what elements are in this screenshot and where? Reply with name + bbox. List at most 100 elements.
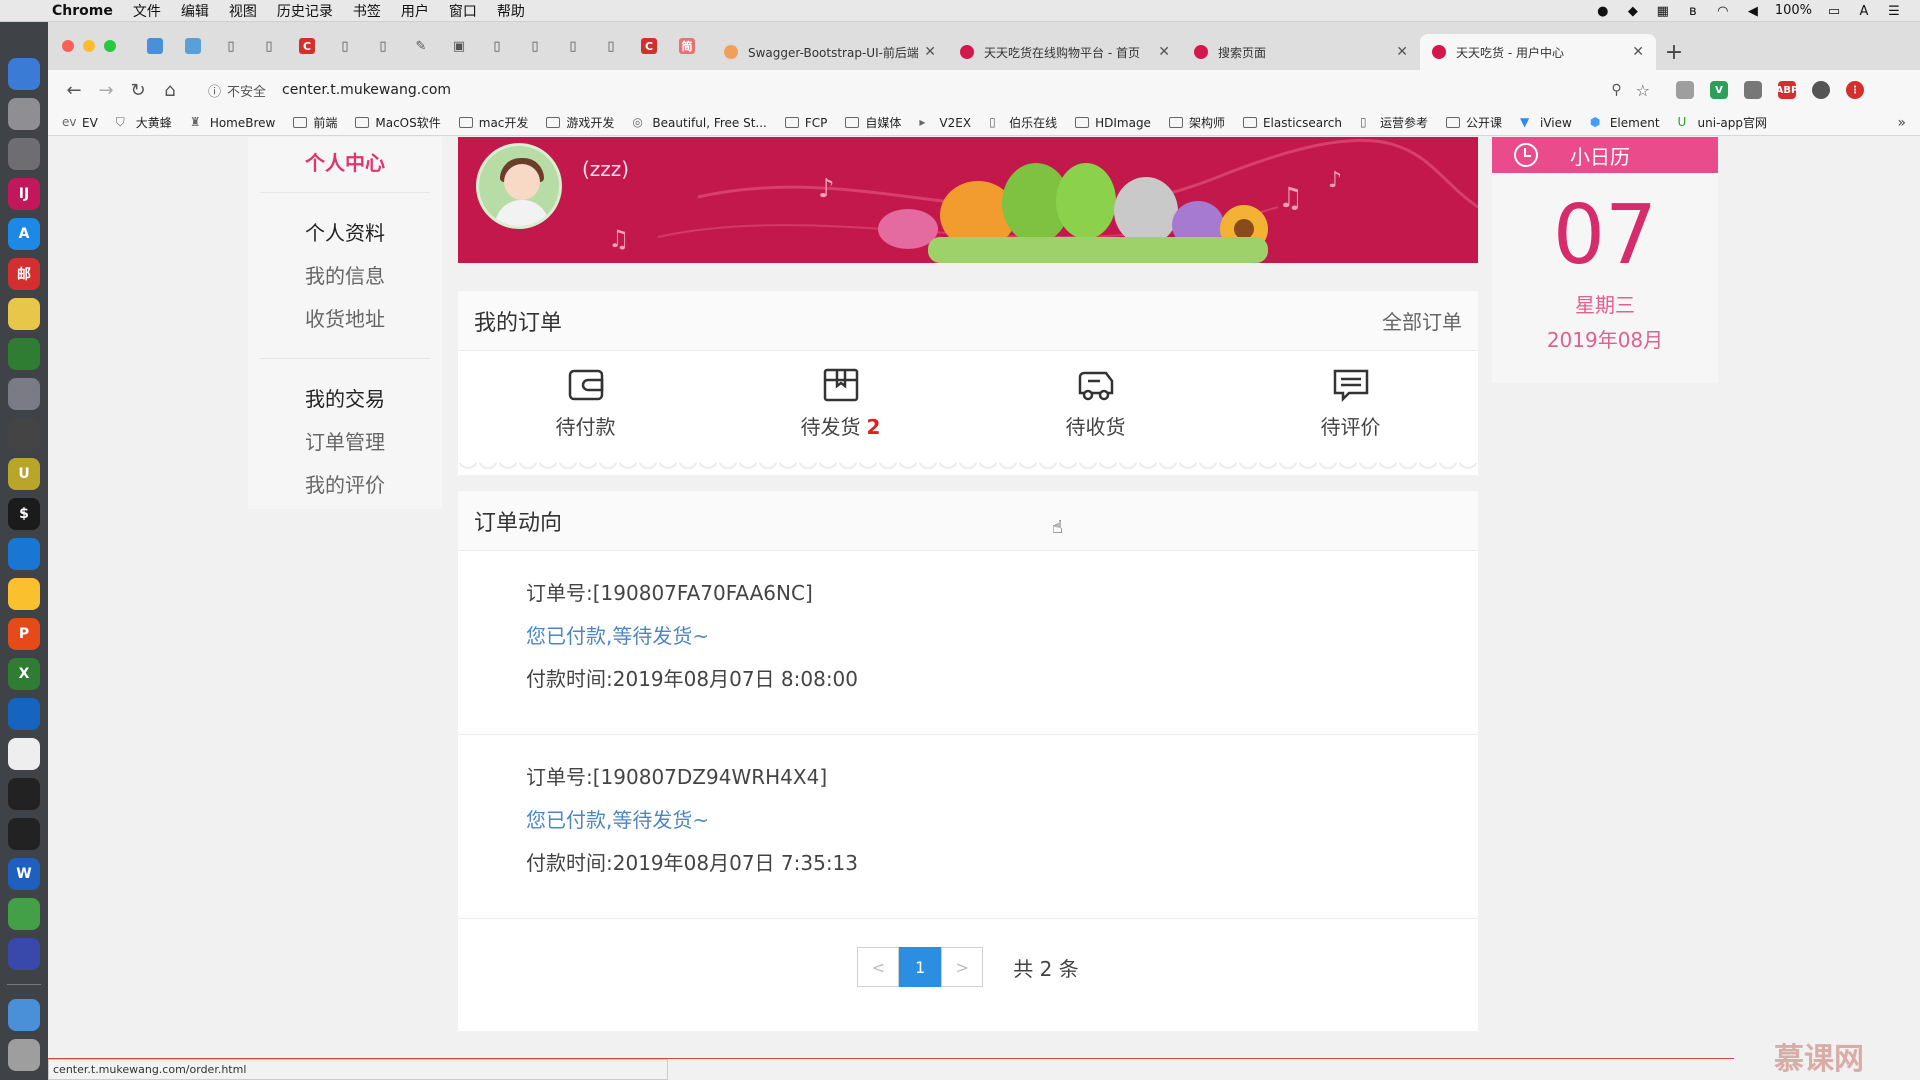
calendar-menu-icon[interactable]: ▦ bbox=[1655, 4, 1671, 19]
pinned-tab[interactable]: 简 bbox=[668, 31, 706, 61]
mail-app-icon[interactable]: 邮 bbox=[8, 258, 40, 290]
order-number[interactable]: [190807FA70FAA6NC] bbox=[593, 581, 813, 605]
vscode-icon[interactable] bbox=[8, 538, 40, 570]
system-preferences-icon[interactable] bbox=[8, 138, 40, 170]
browser-tab[interactable]: 天天吃货在线购物平台 - 首页 ✕ bbox=[948, 34, 1182, 70]
bookmark-folder[interactable]: mac开发 bbox=[458, 114, 528, 131]
browser-tab-active[interactable]: 天天吃货 - 用户中心 ✕ bbox=[1420, 34, 1656, 70]
pinned-tab[interactable]: ▯ bbox=[554, 31, 592, 61]
menu-dots-icon[interactable]: ⋮ bbox=[1846, 81, 1864, 99]
menu-people[interactable]: 用户 bbox=[401, 1, 429, 21]
bookmark-item[interactable]: ⛉ 大黄蜂 bbox=[116, 114, 172, 131]
forward-arrow-icon[interactable]: → bbox=[90, 80, 122, 101]
bookmark-folder[interactable]: 游戏开发 bbox=[546, 114, 614, 131]
pager-page-button[interactable]: 1 bbox=[899, 947, 942, 987]
bookmark-folder[interactable]: MacOS软件 bbox=[355, 114, 441, 131]
pager-prev-button[interactable]: < bbox=[857, 947, 900, 987]
tab-close-icon[interactable]: ✕ bbox=[1396, 44, 1408, 60]
sidebar-heading[interactable]: 个人中心 bbox=[260, 137, 430, 193]
bookmark-folder[interactable]: HDImage bbox=[1075, 116, 1151, 130]
menu-file[interactable]: 文件 bbox=[133, 1, 161, 21]
quicktime-icon[interactable] bbox=[8, 698, 40, 730]
pinned-tab[interactable]: ▣ bbox=[440, 31, 478, 61]
ue-editor-icon[interactable]: U bbox=[8, 458, 40, 490]
qq-icon[interactable] bbox=[8, 778, 40, 810]
finder-icon[interactable] bbox=[8, 58, 40, 90]
bookmark-item[interactable]: ▼ iView bbox=[1520, 116, 1572, 130]
bookmark-item[interactable]: ♜ HomeBrew bbox=[190, 116, 276, 130]
bookmark-folder[interactable]: 架构师 bbox=[1168, 114, 1225, 131]
browser-tab[interactable]: Swagger-Bootstrap-UI-前后端 ✕ bbox=[712, 34, 948, 70]
bookmark-item[interactable]: ev EV bbox=[62, 116, 98, 130]
url-text[interactable]: center.t.mukewang.com bbox=[282, 82, 451, 98]
excel-icon[interactable]: X bbox=[8, 658, 40, 690]
intellij-icon[interactable]: IJ bbox=[8, 178, 40, 210]
zoom-icon[interactable]: ⚲ bbox=[1611, 82, 1621, 98]
minimize-window-button[interactable] bbox=[83, 40, 95, 52]
pinned-tab[interactable]: ▯ bbox=[326, 31, 364, 61]
order-status-text[interactable]: 您已付款,等待发货~ bbox=[526, 806, 1478, 849]
sidebar-item-reviews[interactable]: 我的评价 bbox=[248, 469, 442, 498]
address-bar[interactable]: ⓘ 不安全 center.t.mukewang.com ⚲ ☆ bbox=[196, 75, 1666, 105]
bookmark-item[interactable]: ▸ V2EX bbox=[919, 116, 971, 130]
notification-icon[interactable]: ● bbox=[1595, 4, 1611, 19]
battery-icon[interactable]: ▭ bbox=[1826, 4, 1842, 19]
order-number[interactable]: [190807DZ94WRH4X4] bbox=[593, 765, 827, 789]
order-status-text[interactable]: 您已付款,等待发货~ bbox=[526, 622, 1478, 665]
shield-extension-icon[interactable] bbox=[1676, 81, 1694, 99]
menu-help[interactable]: 帮助 bbox=[497, 1, 525, 21]
sidebar-item-my-info[interactable]: 我的信息 bbox=[248, 260, 442, 289]
bookmark-folder[interactable]: 自媒体 bbox=[845, 114, 901, 131]
control-center-icon[interactable]: ☰ bbox=[1886, 4, 1902, 19]
tab-close-icon[interactable]: ✕ bbox=[1632, 44, 1644, 60]
pinned-tab[interactable]: ▯ bbox=[364, 31, 402, 61]
bluetooth-icon[interactable]: ʙ bbox=[1685, 4, 1701, 19]
creative-app-icon[interactable] bbox=[8, 938, 40, 970]
menu-view[interactable]: 视图 bbox=[229, 1, 257, 21]
status-pending-shipment[interactable]: 待发货 2 bbox=[713, 351, 968, 463]
bookmark-folder[interactable]: FCP bbox=[784, 116, 827, 130]
bookmark-folder[interactable]: Elasticsearch bbox=[1242, 116, 1342, 130]
media-app-icon[interactable] bbox=[8, 378, 40, 410]
pinned-tab[interactable]: C bbox=[288, 31, 326, 61]
notes-icon[interactable] bbox=[8, 298, 40, 330]
chrome-icon[interactable] bbox=[8, 578, 40, 610]
user-avatar[interactable] bbox=[476, 143, 562, 229]
menu-app-name[interactable]: Chrome bbox=[52, 3, 113, 19]
sidebar-item-orders[interactable]: 订单管理 bbox=[248, 426, 442, 455]
menu-edit[interactable]: 编辑 bbox=[181, 1, 209, 21]
browser-tab[interactable]: 搜索页面 ✕ bbox=[1182, 34, 1420, 70]
reload-icon[interactable]: ↻ bbox=[122, 80, 154, 101]
pinned-tab[interactable]: C bbox=[630, 31, 668, 61]
app-store-icon[interactable]: A bbox=[8, 218, 40, 250]
bookmarks-overflow-icon[interactable]: » bbox=[1897, 115, 1906, 131]
bookmark-star-icon[interactable]: ☆ bbox=[1636, 81, 1650, 100]
pinned-tab[interactable]: ▯ bbox=[516, 31, 554, 61]
bell-icon[interactable]: ◆ bbox=[1625, 4, 1641, 19]
pinned-tab[interactable]: ▯ bbox=[250, 31, 288, 61]
all-orders-link[interactable]: 全部订单 bbox=[1382, 306, 1462, 335]
tab-close-icon[interactable]: ✕ bbox=[1158, 44, 1170, 60]
menu-bookmarks[interactable]: 书签 bbox=[353, 1, 381, 21]
keynote-icon[interactable] bbox=[8, 738, 40, 770]
activity-monitor-icon[interactable] bbox=[8, 418, 40, 450]
pager-next-button[interactable]: > bbox=[941, 947, 984, 987]
folder-icon[interactable] bbox=[8, 999, 40, 1031]
close-window-button[interactable] bbox=[62, 40, 74, 52]
status-pending-review[interactable]: 待评价 bbox=[1223, 351, 1478, 463]
trash-icon[interactable] bbox=[8, 1039, 40, 1071]
pinned-tab[interactable] bbox=[136, 31, 174, 61]
terminal-icon[interactable]: $ bbox=[8, 498, 40, 530]
bookmark-item[interactable]: ⬢ Element bbox=[1590, 116, 1660, 130]
info-icon[interactable]: ⓘ bbox=[208, 81, 221, 100]
user-avatar-icon[interactable] bbox=[1812, 81, 1830, 99]
play-app-icon[interactable] bbox=[8, 898, 40, 930]
status-pending-receipt[interactable]: 待收货 bbox=[968, 351, 1223, 463]
volume-icon[interactable]: ◀ bbox=[1745, 4, 1761, 19]
wifi-icon[interactable]: ◠ bbox=[1715, 4, 1731, 19]
bookmark-item[interactable]: ▯ 伯乐在线 bbox=[989, 114, 1057, 131]
new-tab-button[interactable]: + bbox=[1656, 34, 1692, 70]
vue-devtools-icon[interactable]: V bbox=[1710, 81, 1728, 99]
maximize-window-button[interactable] bbox=[104, 40, 116, 52]
menu-window[interactable]: 窗口 bbox=[449, 1, 477, 21]
